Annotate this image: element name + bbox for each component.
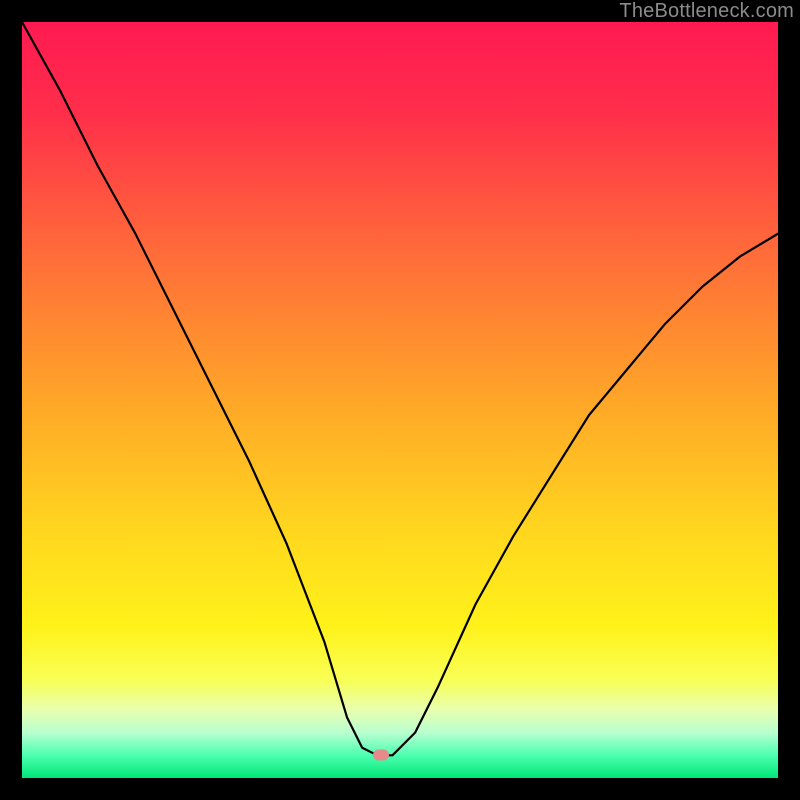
watermark-label: TheBottleneck.com — [619, 0, 794, 23]
bottleneck-curve — [22, 22, 778, 778]
plot-area — [22, 22, 778, 778]
optimal-point-marker — [373, 750, 389, 761]
chart-frame: TheBottleneck.com — [0, 0, 800, 800]
